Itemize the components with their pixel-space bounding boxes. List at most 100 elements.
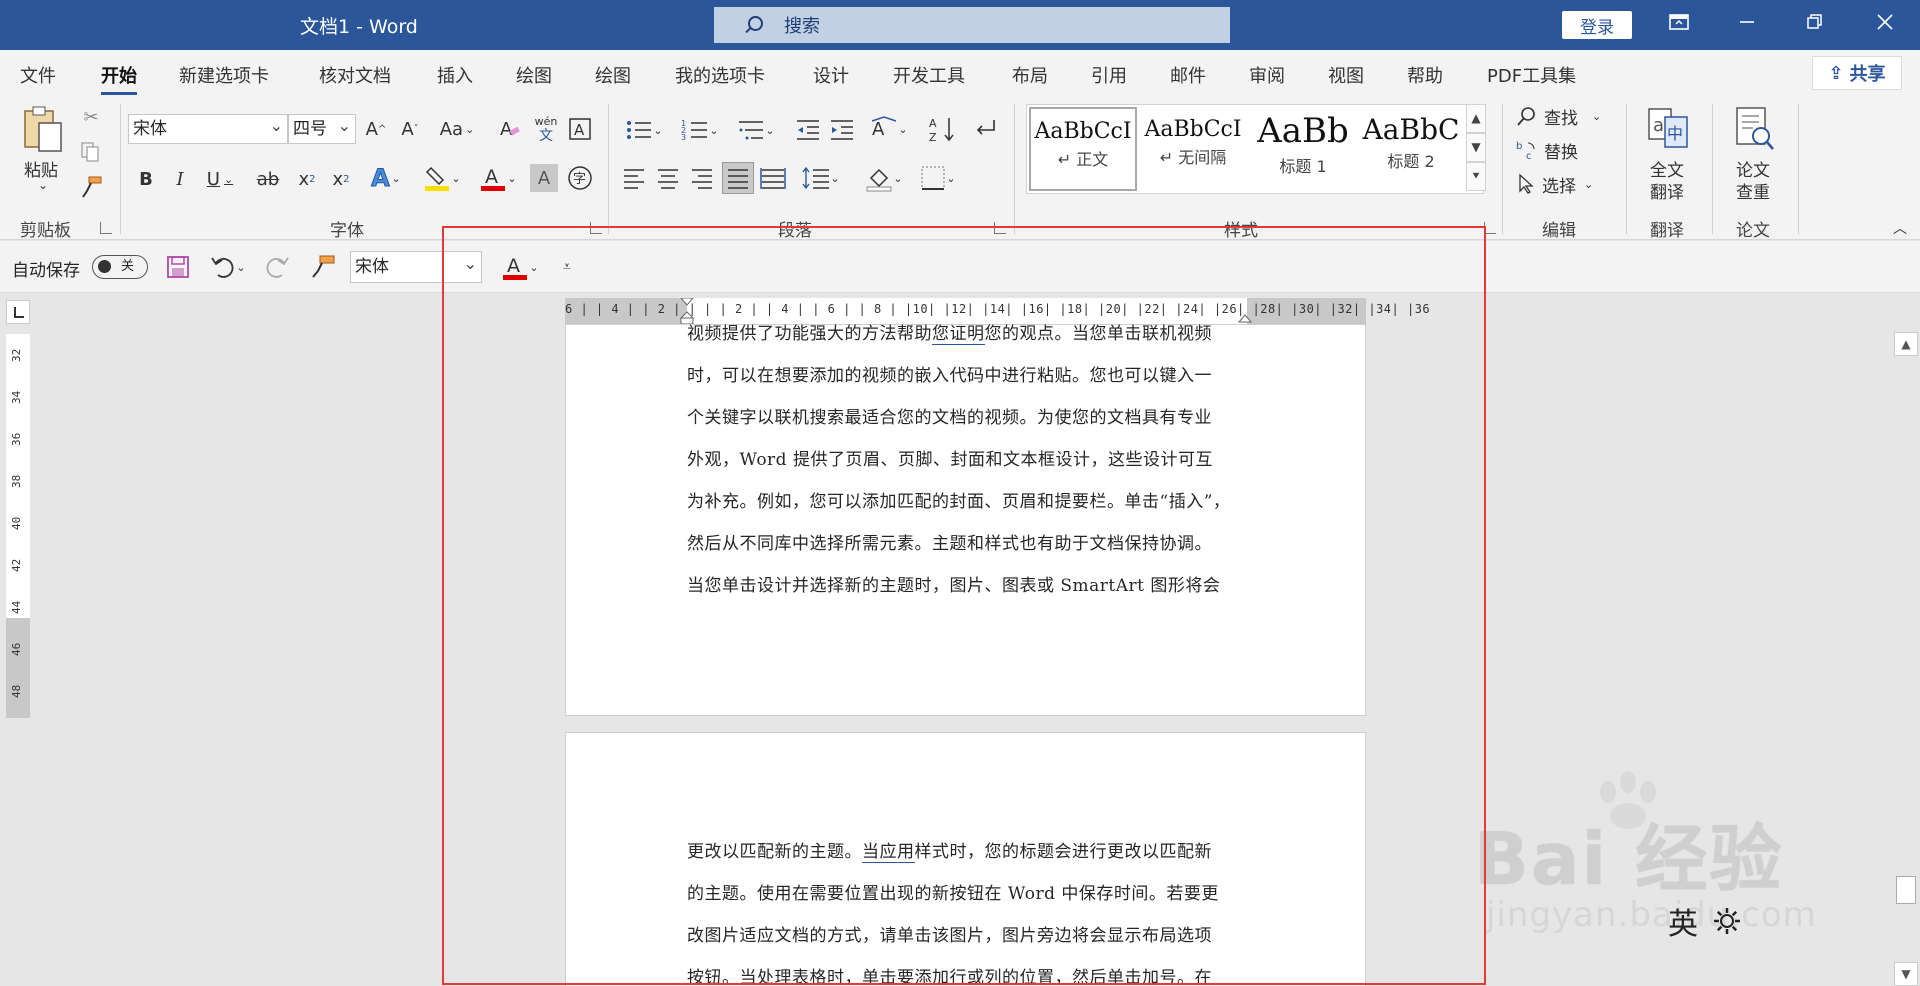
paper-check-icon[interactable] (1732, 106, 1776, 152)
replace-button[interactable]: bc 替换 (1516, 136, 1578, 164)
chinese-layout-button[interactable]: A ⌄ (866, 114, 912, 144)
style-no-spacing[interactable]: AaBbCcI ↵ 无间隔 (1139, 107, 1247, 191)
styles-up-icon[interactable]: ▲ (1466, 104, 1486, 133)
increase-indent-icon[interactable] (828, 116, 856, 144)
justify-icon[interactable] (722, 162, 754, 194)
decrease-indent-icon[interactable] (794, 116, 822, 144)
font-color-button[interactable]: A ⌄ (474, 162, 522, 194)
tab-references[interactable]: 引用 (1091, 62, 1127, 88)
align-left-icon[interactable] (620, 164, 648, 192)
shrink-font-icon[interactable]: Aˇ (396, 114, 424, 144)
collapse-ribbon-icon[interactable]: ︿ (1890, 220, 1910, 237)
qat-format-painter-icon[interactable] (308, 253, 338, 281)
tab-draw[interactable]: 绘图 (516, 62, 552, 88)
show-marks-icon[interactable] (970, 114, 1000, 144)
tab-insert[interactable]: 插入 (437, 62, 473, 88)
clear-format-icon[interactable]: A (496, 114, 524, 144)
customize-qat-icon[interactable]: ⩡ (556, 253, 578, 281)
bullets-button[interactable]: ⌄ (620, 116, 668, 144)
phonetic-guide-button[interactable]: wén 文 (532, 112, 560, 146)
tab-mailings[interactable]: 邮件 (1170, 62, 1206, 88)
close-icon[interactable] (1870, 10, 1900, 40)
paragraph-page2[interactable]: 更改以匹配新的主题。当应用样式时，您的标题会进行更改以匹配新 的主题。使用在需要… (687, 831, 1247, 986)
vertical-scrollbar[interactable]: ▲ ▼ (1894, 332, 1918, 986)
tab-pdf[interactable]: PDF工具集 (1487, 62, 1576, 88)
format-painter-icon[interactable] (78, 174, 104, 200)
multilevel-list-button[interactable]: ⌄ (732, 116, 780, 144)
scroll-down-icon[interactable]: ▼ (1894, 962, 1918, 986)
styles-down-icon[interactable]: ▼ (1466, 133, 1486, 162)
subscript-icon[interactable]: x2 (292, 164, 322, 194)
italic-icon[interactable]: I (166, 164, 194, 194)
tab-help[interactable]: 帮助 (1407, 62, 1443, 88)
restore-icon[interactable] (1800, 10, 1830, 40)
tab-design[interactable]: 设计 (813, 62, 849, 88)
bold-icon[interactable]: B (132, 164, 160, 194)
align-center-icon[interactable] (654, 164, 682, 192)
tab-my[interactable]: 我的选项卡 (675, 62, 765, 88)
autosave-toggle[interactable]: 关 (92, 255, 148, 279)
line-spacing-button[interactable]: ⌄ (798, 164, 844, 192)
hyperlink-text[interactable]: 当应用 (862, 842, 915, 863)
ribbon-display-icon[interactable] (1664, 10, 1694, 40)
paragraph-page1[interactable]: 视频提供了功能强大的方法帮助您证明您的观点。当您单击联机视频 时，可以在想要添加… (687, 313, 1247, 607)
grow-font-icon[interactable]: A ^ (362, 114, 390, 144)
distributed-icon[interactable] (758, 164, 788, 192)
font-size-combo[interactable]: 四号 (288, 112, 356, 144)
superscript-icon[interactable]: x2 (326, 164, 356, 194)
login-button[interactable]: 登录 (1562, 11, 1632, 39)
text-effects-button[interactable]: A ⌄ (364, 162, 408, 194)
align-right-icon[interactable] (688, 164, 716, 192)
paste-dropdown-icon[interactable]: ⌄ (38, 178, 48, 192)
tab-file[interactable]: 文件 (20, 62, 56, 88)
char-shading-icon[interactable]: A (530, 164, 558, 192)
clipboard-launcher-icon[interactable] (100, 222, 112, 234)
vertical-ruler[interactable]: 32 34 36 38 40 42 44 46 48 (4, 300, 30, 718)
font-name-combo[interactable]: 宋体 (128, 112, 288, 144)
hyperlink-text[interactable]: 您证明 (932, 324, 985, 345)
redo-icon[interactable] (264, 253, 292, 281)
sort-icon[interactable]: AZ (928, 114, 958, 144)
tab-stop-selector-icon[interactable] (6, 300, 30, 324)
undo-button[interactable]: ⌄ (206, 253, 250, 281)
paper-check-label-2[interactable]: 查重 (1736, 178, 1770, 203)
tab-view[interactable]: 视图 (1328, 62, 1364, 88)
scroll-up-icon[interactable]: ▲ (1894, 332, 1918, 356)
save-icon[interactable] (164, 253, 192, 281)
scroll-thumb[interactable] (1896, 876, 1916, 904)
cut-icon[interactable]: ✂ (80, 106, 102, 128)
tab-new[interactable]: 新建选项卡 (179, 62, 269, 88)
styles-launcher-icon[interactable] (1484, 222, 1496, 234)
qat-font-combo[interactable]: 宋体 (350, 249, 482, 283)
tab-layout[interactable]: 布局 (1012, 62, 1048, 88)
paragraph-launcher-icon[interactable] (994, 222, 1006, 234)
numbering-button[interactable]: 1 2 3 ⌄ (676, 116, 724, 144)
shading-button[interactable]: ⌄ (860, 162, 908, 194)
find-button[interactable]: 查找 ⌄ (1516, 102, 1601, 130)
style-normal[interactable]: AaBbCcI ↵ 正文 (1029, 107, 1137, 191)
search-box[interactable]: 搜索 (714, 7, 1230, 43)
select-button[interactable]: 选择 ⌄ (1516, 170, 1593, 198)
highlight-button[interactable]: ⌄ (418, 162, 466, 194)
tab-proofread[interactable]: 核对文档 (319, 62, 391, 88)
tab-review[interactable]: 审阅 (1249, 62, 1285, 88)
style-heading-2[interactable]: AaBbC 标题 2 (1357, 107, 1465, 191)
qat-font-color-button[interactable]: A ⌄ (496, 251, 544, 283)
font-launcher-icon[interactable] (590, 222, 602, 234)
enclose-char-icon[interactable]: 字 (566, 164, 594, 192)
tab-developer[interactable]: 开发工具 (893, 62, 965, 88)
ime-indicator[interactable]: 英 (1668, 896, 1768, 946)
ime-settings-icon[interactable] (1712, 906, 1742, 936)
underline-icon[interactable]: U ⌄ (200, 164, 240, 194)
tab-home[interactable]: 开始 (101, 62, 137, 95)
document-page-2[interactable]: 更改以匹配新的主题。当应用样式时，您的标题会进行更改以匹配新 的主题。使用在需要… (565, 732, 1366, 986)
share-button[interactable]: ⇪ 共享 (1812, 56, 1902, 90)
char-border-icon[interactable]: A (566, 114, 594, 144)
change-case-button[interactable]: Aa ⌄ (436, 114, 478, 144)
tab-draw-2[interactable]: 绘图 (595, 62, 631, 88)
minimize-icon[interactable] (1732, 10, 1762, 40)
translate-icon[interactable]: a中 (1646, 106, 1690, 150)
copy-icon[interactable] (78, 140, 102, 164)
styles-more-icon[interactable]: ⯆ (1466, 162, 1486, 191)
paste-icon[interactable] (18, 104, 68, 154)
